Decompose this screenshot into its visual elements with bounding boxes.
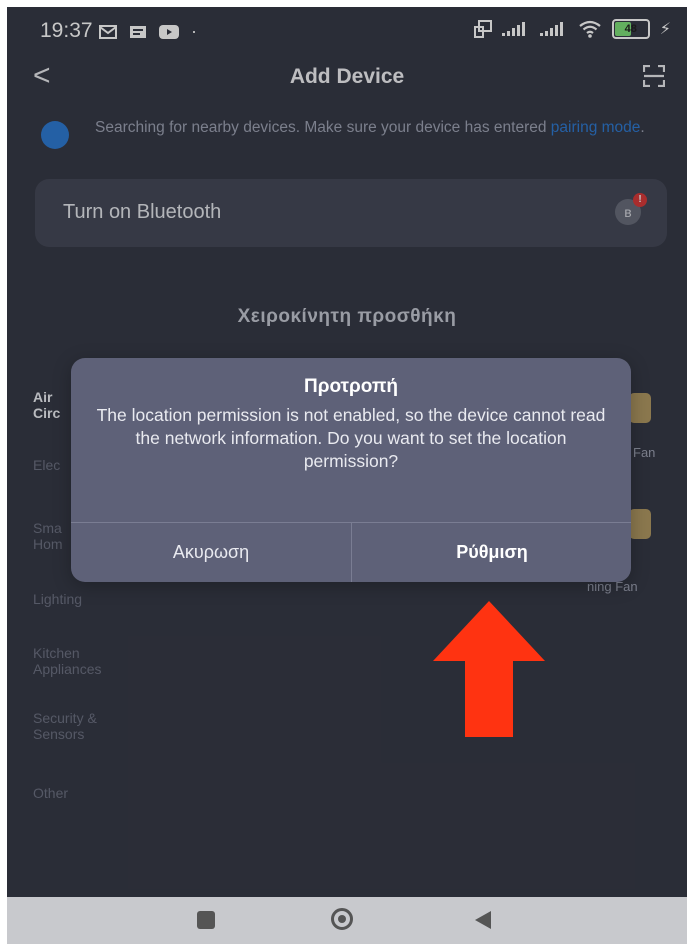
cancel-button[interactable]: Ακυρωση	[71, 522, 351, 582]
recent-apps-icon[interactable]	[197, 911, 215, 929]
dialog-title: Προτροπή	[303, 376, 399, 397]
back-triangle-icon[interactable]	[475, 911, 491, 929]
red-arrow-annotation-icon	[433, 601, 545, 737]
dialog-message: The location permission is not enabled, …	[96, 405, 606, 471]
location-permission-dialog: Προτροπή The location permission is not …	[71, 358, 631, 582]
system-navigation-bar	[7, 897, 687, 944]
app-screen: 19:37 · 48 ⚡ < Add Device Searching for …	[7, 7, 687, 944]
home-icon[interactable]	[331, 908, 353, 930]
settings-button[interactable]: Ρύθμιση	[352, 522, 631, 582]
